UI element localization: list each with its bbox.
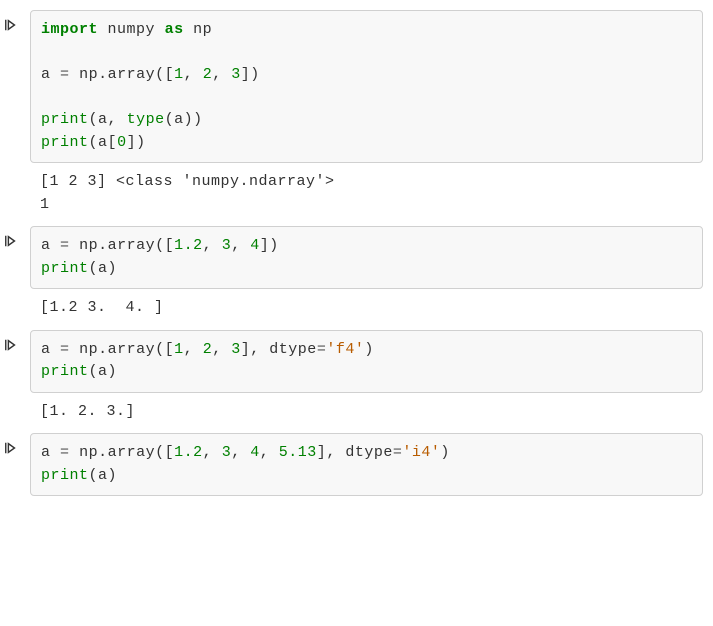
notebook-container: import numpy as np a = np.array([1, 2, 3…	[4, 10, 703, 496]
code-input[interactable]: import numpy as np a = np.array([1, 2, 3…	[30, 10, 703, 163]
cell-body: import numpy as np a = np.array([1, 2, 3…	[30, 10, 703, 220]
cell-body: a = np.array([1, 2, 3], dtype='f4') prin…	[30, 330, 703, 428]
cell-body: a = np.array([1.2, 3, 4, 5.13], dtype='i…	[30, 433, 703, 496]
run-cell-icon[interactable]	[4, 330, 30, 428]
cell-output: [1. 2. 3.]	[30, 393, 703, 428]
code-cell: a = np.array([1, 2, 3], dtype='f4') prin…	[4, 330, 703, 428]
run-cell-icon[interactable]	[4, 433, 30, 496]
code-cell: import numpy as np a = np.array([1, 2, 3…	[4, 10, 703, 220]
cell-body: a = np.array([1.2, 3, 4]) print(a)[1.2 3…	[30, 226, 703, 324]
code-cell: a = np.array([1.2, 3, 4, 5.13], dtype='i…	[4, 433, 703, 496]
cell-output: [1 2 3] <class 'numpy.ndarray'> 1	[30, 163, 703, 220]
code-input[interactable]: a = np.array([1, 2, 3], dtype='f4') prin…	[30, 330, 703, 393]
run-cell-icon[interactable]	[4, 10, 30, 220]
run-cell-icon[interactable]	[4, 226, 30, 324]
code-input[interactable]: a = np.array([1.2, 3, 4]) print(a)	[30, 226, 703, 289]
cell-output: [1.2 3. 4. ]	[30, 289, 703, 324]
code-cell: a = np.array([1.2, 3, 4]) print(a)[1.2 3…	[4, 226, 703, 324]
code-input[interactable]: a = np.array([1.2, 3, 4, 5.13], dtype='i…	[30, 433, 703, 496]
